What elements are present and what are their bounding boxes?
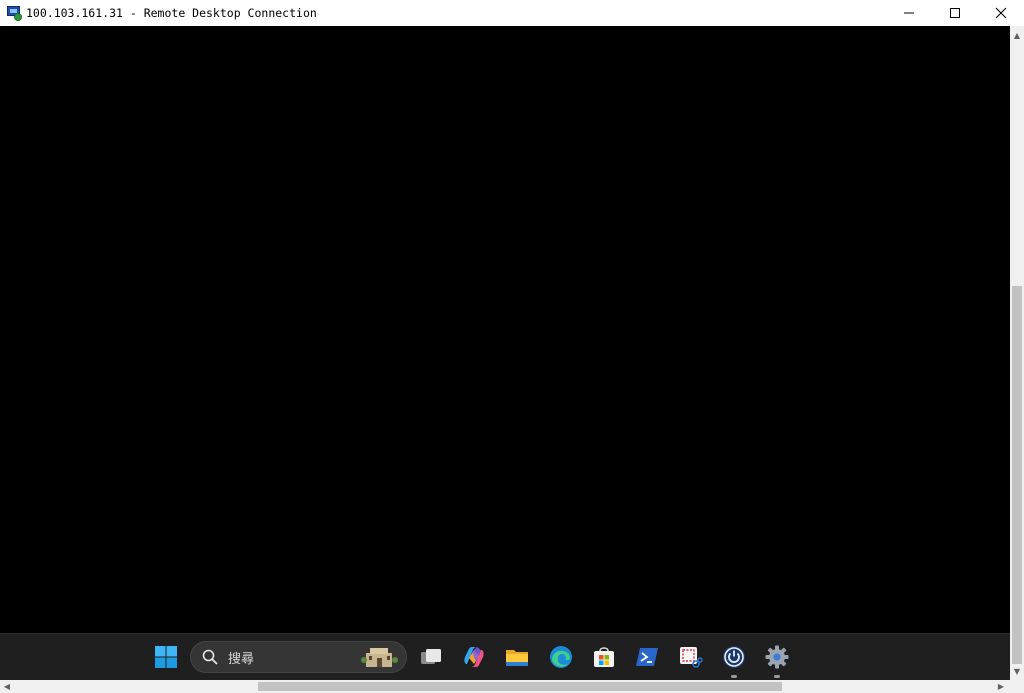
scroll-down-icon[interactable]: ▼ [1010,664,1024,678]
settings-button[interactable] [762,642,792,678]
folder-icon [506,650,528,666]
scroll-left-icon[interactable]: ◀ [0,680,14,693]
task-view-button[interactable] [416,642,446,672]
window-title: 100.103.161.31 - Remote Desktop Connecti… [26,6,317,20]
title-bar[interactable]: 100.103.161.31 - Remote Desktop Connecti… [0,0,1024,26]
snipping-tool-icon [680,647,703,668]
window-controls [886,0,1024,26]
task-view-icon [421,649,441,664]
edge-icon [550,646,572,668]
gear-icon [765,645,789,669]
close-button[interactable] [978,0,1024,26]
running-indicator [774,675,780,678]
horizontal-scroll-thumb[interactable] [258,682,782,691]
running-indicator [731,675,737,678]
power-icon [723,646,745,668]
copilot-button[interactable] [459,642,489,672]
remote-desktop-icon [6,5,22,21]
scroll-up-icon[interactable]: ▲ [1010,28,1024,42]
horizontal-scrollbar[interactable]: ◀ ▶ [0,680,1024,693]
maximize-button[interactable] [932,0,978,26]
search-icon [202,649,218,665]
minimize-button[interactable] [886,0,932,26]
power-app-button[interactable] [719,642,749,678]
search-box[interactable]: 搜尋 [190,641,407,673]
scroll-right-icon[interactable]: ▶ [994,680,1008,693]
search-input[interactable]: 搜尋 [228,648,254,667]
vertical-scroll-thumb[interactable] [1012,286,1022,664]
powershell-button[interactable] [632,642,662,672]
microsoft-store-button[interactable] [589,642,619,672]
snipping-tool-button[interactable] [675,642,705,672]
edge-button[interactable] [546,642,576,672]
close-icon [995,7,1007,19]
file-explorer-button[interactable] [502,642,532,672]
taskbar: 搜尋 [0,633,1010,680]
windows-logo-icon [155,646,177,668]
powershell-icon [636,648,658,666]
minimize-icon [904,12,914,14]
remote-desktop-viewport[interactable]: 搜尋 [0,26,1010,680]
store-icon [594,647,614,667]
maximize-icon [950,8,960,18]
start-button[interactable] [151,642,181,672]
search-highlight-icon [361,648,398,667]
vertical-scrollbar[interactable]: ▲ ▼ [1010,26,1024,680]
copilot-icon [464,647,484,667]
